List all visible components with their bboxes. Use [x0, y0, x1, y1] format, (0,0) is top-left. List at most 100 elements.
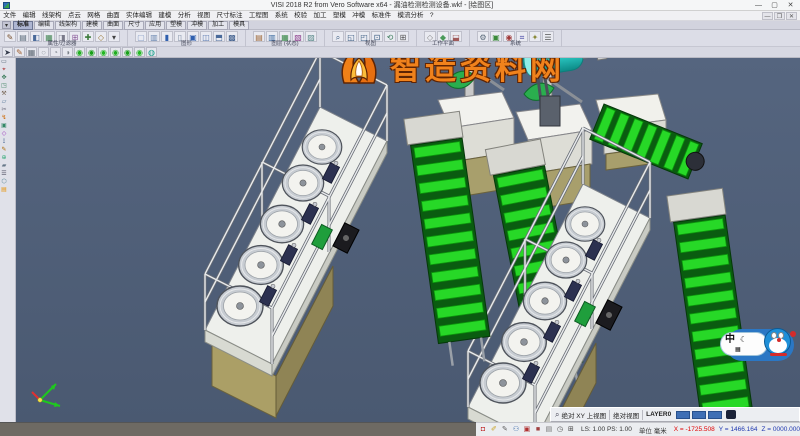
tab-standard[interactable]: 标准 [13, 21, 33, 30]
dynamic-view-icon[interactable]: ◍ [146, 47, 157, 57]
layer-manager-icon[interactable]: ▤ [253, 31, 265, 42]
back-view-icon[interactable]: ◉ [134, 47, 145, 57]
half-shade-view-icon[interactable]: ◑ [62, 47, 73, 57]
snap-status-icon[interactable]: ◘ [478, 425, 488, 435]
status-chip[interactable] [708, 411, 722, 419]
graphic-list-icon[interactable]: ▥ [148, 31, 160, 42]
child-minimize-button[interactable]: — [762, 12, 773, 20]
menu-item[interactable]: 建模 [155, 11, 174, 21]
ime-language-mode[interactable]: 中 [725, 335, 735, 345]
point-tool-icon[interactable]: ⌖ [0, 66, 8, 74]
sketch-icon[interactable]: ✎ [14, 47, 25, 57]
tab-die[interactable]: 冲模 [187, 21, 207, 30]
select-cursor-icon[interactable]: ➤ [2, 47, 13, 57]
menu-item[interactable]: 点云 [65, 11, 84, 21]
line-tool-icon[interactable]: ▭ [0, 58, 8, 66]
stop-status-icon[interactable]: ■ [533, 425, 543, 435]
edit-status-icon[interactable]: ✎ [500, 425, 510, 435]
insert-tool-icon[interactable]: ⊕ [0, 154, 8, 162]
tab-mould[interactable]: 塑模 [166, 21, 186, 30]
tab-machining[interactable]: 加工 [208, 21, 228, 30]
surface-tool-icon[interactable]: ◇ [0, 130, 8, 138]
hexagon-tool-icon[interactable]: ⬡ [0, 178, 8, 186]
menu-item[interactable]: 实体编辑 [123, 11, 155, 21]
new-graphic-icon[interactable]: ▢ [135, 31, 147, 42]
move-tool-icon[interactable]: ✥ [0, 74, 8, 82]
menu-item[interactable]: 网格 [84, 11, 103, 21]
trim-tool-icon[interactable]: ✂ [0, 106, 8, 114]
layer-tool-icon[interactable]: ▤ [0, 186, 8, 194]
system-menu-icon[interactable]: ☰ [542, 31, 554, 42]
polygon-tool-icon[interactable]: ▱ [0, 98, 8, 106]
system-save-icon[interactable]: ▣ [490, 31, 502, 42]
annotate-status-icon[interactable]: ✐ [489, 425, 499, 435]
menu-item[interactable]: 系统 [272, 11, 291, 21]
hidden-line-view-icon[interactable]: ◔ [50, 47, 61, 57]
doraemon-mascot[interactable] [764, 328, 791, 355]
moon-icon[interactable]: ☾ [740, 336, 747, 344]
split-graphic-icon[interactable]: ◫ [200, 31, 212, 42]
menu-item[interactable]: 分析 [175, 11, 194, 21]
menu-item[interactable]: 线架构 [39, 11, 65, 21]
maximize-button[interactable]: ▢ [767, 1, 782, 10]
zoom-window-icon[interactable]: ◱ [345, 31, 357, 42]
ime-toolbar[interactable]: 中 ☾ ▦ [720, 325, 796, 367]
shaded-view-icon[interactable]: ◉ [74, 47, 85, 57]
multi-view-icon[interactable]: ⊞ [397, 31, 409, 42]
add-filter-icon[interactable]: ✚ [82, 31, 94, 42]
copy-graphic-icon[interactable]: ⬒ [213, 31, 225, 42]
settings-icon[interactable]: ⚙ [477, 31, 489, 42]
user-status-icon[interactable]: ⚇ [511, 425, 521, 435]
rotate-view-icon[interactable]: ⟲ [384, 31, 396, 42]
menu-item[interactable]: 校验 [291, 11, 310, 21]
status-chip[interactable] [676, 411, 690, 419]
menu-item[interactable]: 曲面 [103, 11, 122, 21]
calendar-status-icon[interactable]: ▤ [544, 425, 554, 435]
menu-item[interactable]: 冲模 [349, 11, 368, 21]
tab-surface[interactable]: 曲面 [103, 21, 123, 30]
tab-dimension[interactable]: 尺寸 [124, 21, 144, 30]
extrude-tool-icon[interactable]: ▰ [0, 162, 8, 170]
minimize-button[interactable]: — [751, 1, 766, 10]
side-view-icon[interactable]: ◉ [122, 47, 133, 57]
menu-item[interactable]: 尺寸标注 [213, 11, 245, 21]
menu-item[interactable]: 编辑 [19, 11, 38, 21]
attribute-list-icon[interactable]: ▤ [17, 31, 29, 42]
rectangle-tool-icon[interactable]: ◳ [0, 82, 8, 90]
child-restore-button[interactable]: ❐ [774, 12, 785, 20]
search-icon[interactable]: ⌕ [555, 410, 559, 420]
iso-view-icon[interactable]: ◉ [86, 47, 97, 57]
top-view-icon[interactable]: ◉ [98, 47, 109, 57]
menu-item[interactable]: 加工 [310, 11, 329, 21]
shade-graphic-icon[interactable]: ▩ [226, 31, 238, 42]
solid-tool-icon[interactable]: ▣ [0, 122, 8, 130]
tab-tooling[interactable]: 模具 [229, 21, 249, 30]
tab-application[interactable]: 应用 [145, 21, 165, 30]
menu-item[interactable]: ? [427, 11, 437, 21]
command-prompt-area[interactable] [0, 422, 476, 436]
status-chip[interactable] [692, 411, 706, 419]
wireframe-view-icon[interactable]: ○ [38, 47, 49, 57]
keyboard-icon[interactable]: ▦ [735, 347, 763, 353]
menu-item[interactable]: 文件 [0, 11, 19, 21]
view-mode-label[interactable]: 绝对视图 [613, 410, 639, 420]
3d-viewport[interactable] [16, 58, 800, 422]
front-view-icon[interactable]: ◉ [110, 47, 121, 57]
show-graphic-icon[interactable]: ▮ [161, 31, 173, 42]
menu-item[interactable]: 视图 [194, 11, 213, 21]
filter-dropdown-icon[interactable]: ▾ [108, 31, 120, 42]
zoom-icon[interactable]: ⌕ [332, 31, 344, 42]
menu-item[interactable]: 标准件 [368, 11, 394, 21]
view-info-label[interactable]: 绝对 XY 上视图 [561, 410, 606, 420]
color-filter-icon[interactable]: ◇ [95, 31, 107, 42]
break-tool-icon[interactable]: ↯ [0, 114, 8, 122]
highlight-icon[interactable]: ✦ [529, 31, 541, 42]
list-tool-icon[interactable]: ☰ [0, 170, 8, 178]
clock-status-icon[interactable]: ◷ [555, 425, 565, 435]
modify-tool-icon[interactable]: ⚒ [0, 90, 8, 98]
child-close-button[interactable]: ✕ [786, 12, 797, 20]
menu-item[interactable]: 工程图 [246, 11, 272, 21]
menu-item[interactable]: 塑模 [330, 11, 349, 21]
tab-wireframe[interactable]: 线架构 [55, 21, 81, 30]
status-dark-chip[interactable] [726, 410, 736, 419]
